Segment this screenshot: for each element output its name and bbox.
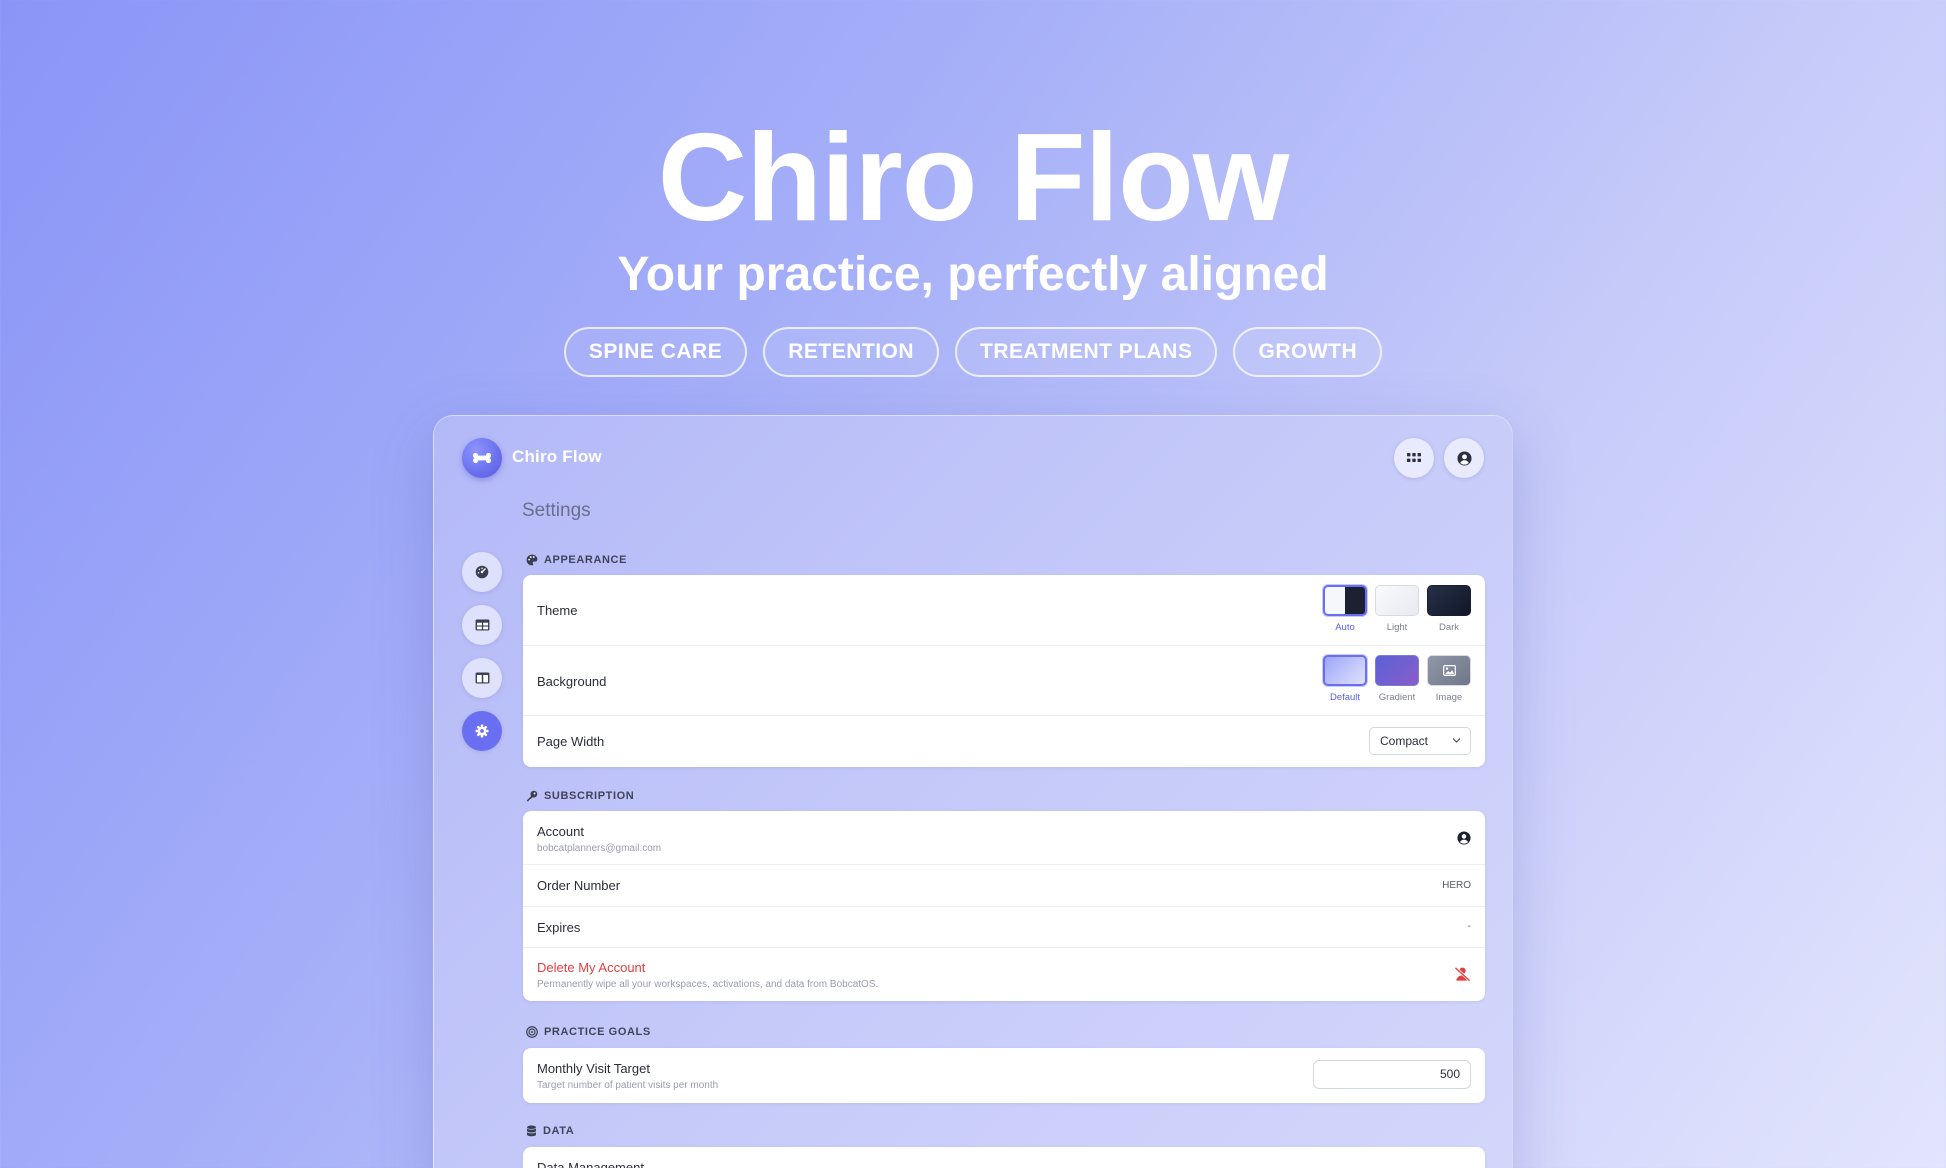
sidebar-item-table[interactable] bbox=[462, 605, 502, 645]
background-label: Background bbox=[537, 674, 607, 689]
section-header-data: DATA bbox=[526, 1125, 574, 1137]
page-width-label: Page Width bbox=[537, 734, 605, 749]
page-width-select[interactable]: Compact bbox=[1369, 727, 1471, 755]
grid-icon bbox=[1407, 453, 1421, 462]
dashboard-gauge-icon bbox=[475, 565, 489, 579]
target-icon bbox=[526, 1026, 538, 1038]
background-swatch-default[interactable] bbox=[1323, 655, 1367, 686]
table-icon bbox=[475, 619, 489, 631]
account-circle-icon bbox=[1456, 450, 1472, 466]
monthly-visit-target-input[interactable]: 500 bbox=[1313, 1060, 1471, 1089]
hero-title: Chiro Flow bbox=[657, 109, 1290, 247]
background-swatch-gradient[interactable] bbox=[1375, 655, 1419, 686]
expires-row: Expires - bbox=[523, 907, 1485, 948]
delete-account-label[interactable]: Delete My Account bbox=[537, 960, 645, 975]
columns-icon bbox=[475, 672, 489, 684]
page-title: Settings bbox=[522, 500, 591, 521]
tag-spine-care: SPINE CARE bbox=[563, 327, 748, 377]
data-card: Data Management bbox=[523, 1147, 1485, 1168]
section-title-subscription: SUBSCRIPTION bbox=[544, 790, 635, 802]
monthly-visit-target-row: Monthly Visit Target Target number of pa… bbox=[523, 1048, 1485, 1103]
page-width-value: Compact bbox=[1380, 734, 1429, 748]
background-option-gradient[interactable]: Gradient bbox=[1375, 655, 1419, 703]
tag-treatment-plans: TREATMENT PLANS bbox=[955, 327, 1218, 377]
background-caption-image: Image bbox=[1435, 692, 1463, 703]
app-logo[interactable] bbox=[462, 438, 502, 478]
expires-label: Expires bbox=[537, 920, 581, 935]
account-button[interactable] bbox=[1444, 438, 1484, 478]
section-title-data: DATA bbox=[543, 1125, 575, 1137]
hero-subtitle: Your practice, perfectly aligned bbox=[617, 248, 1329, 301]
background-swatch-image[interactable] bbox=[1427, 655, 1471, 686]
account-row: Account bobcatplanners@gmail.com bbox=[523, 811, 1485, 865]
theme-swatch-light[interactable] bbox=[1375, 585, 1419, 616]
tag-growth: GROWTH bbox=[1233, 327, 1383, 377]
user-remove-icon[interactable] bbox=[1454, 966, 1471, 982]
theme-option-dark[interactable]: Dark bbox=[1427, 585, 1471, 633]
account-label: Account bbox=[537, 824, 584, 839]
theme-label: Theme bbox=[537, 603, 578, 618]
order-number-label: Order Number bbox=[537, 878, 621, 893]
subscription-card: Account bobcatplanners@gmail.com Order N… bbox=[523, 811, 1485, 1001]
order-number-value: HERO bbox=[1442, 880, 1471, 891]
theme-caption-auto: Auto bbox=[1335, 622, 1355, 633]
background-option-default[interactable]: Default bbox=[1323, 655, 1367, 703]
expires-value: - bbox=[1467, 921, 1471, 932]
delete-account-row[interactable]: Delete My Account Permanently wipe all y… bbox=[523, 948, 1485, 1001]
section-header-practice-goals: PRACTICE GOALS bbox=[526, 1026, 651, 1038]
appearance-card: Theme Auto Light Dark Background Default bbox=[523, 575, 1485, 767]
image-icon bbox=[1442, 665, 1456, 676]
theme-row: Theme Auto Light Dark bbox=[523, 575, 1485, 646]
delete-account-description: Permanently wipe all your workspaces, ac… bbox=[537, 979, 879, 990]
data-management-row[interactable]: Data Management bbox=[523, 1147, 1485, 1168]
database-icon bbox=[527, 1125, 536, 1137]
sidebar-item-settings[interactable] bbox=[462, 711, 502, 751]
monthly-visit-target-label: Monthly Visit Target bbox=[537, 1061, 650, 1076]
monthly-visit-target-description: Target number of patient visits per mont… bbox=[537, 1080, 719, 1091]
theme-option-light[interactable]: Light bbox=[1375, 585, 1419, 633]
background-row: Background Default Gradient Image bbox=[523, 646, 1485, 716]
tag-retention: RETENTION bbox=[763, 327, 940, 377]
sidebar-item-dashboard[interactable] bbox=[462, 552, 502, 592]
data-management-label: Data Management bbox=[537, 1160, 644, 1168]
page-width-row: Page Width Compact bbox=[523, 716, 1485, 767]
theme-swatch-dark[interactable] bbox=[1427, 585, 1471, 616]
theme-option-auto[interactable]: Auto bbox=[1323, 585, 1367, 633]
theme-caption-light: Light bbox=[1386, 622, 1408, 633]
chevron-down-icon bbox=[1452, 738, 1461, 743]
practice-goals-card: Monthly Visit Target Target number of pa… bbox=[523, 1048, 1485, 1103]
background-caption-default: Default bbox=[1329, 692, 1361, 703]
section-title-practice-goals: PRACTICE GOALS bbox=[544, 1026, 651, 1038]
account-circle-icon bbox=[1457, 831, 1471, 845]
key-icon bbox=[526, 790, 538, 802]
theme-caption-dark: Dark bbox=[1438, 622, 1460, 633]
section-header-subscription: SUBSCRIPTION bbox=[526, 790, 634, 802]
sidebar-item-columns[interactable] bbox=[462, 658, 502, 698]
bone-icon bbox=[472, 452, 492, 464]
background-option-image[interactable]: Image bbox=[1427, 655, 1471, 703]
app-name: Chiro Flow bbox=[512, 447, 602, 466]
theme-swatch-auto[interactable] bbox=[1323, 585, 1367, 616]
gear-icon bbox=[475, 724, 489, 738]
account-email: bobcatplanners@gmail.com bbox=[537, 843, 662, 854]
apps-grid-button[interactable] bbox=[1394, 438, 1434, 478]
background-caption-gradient: Gradient bbox=[1378, 692, 1416, 703]
palette-icon bbox=[526, 554, 538, 566]
section-title-appearance: APPEARANCE bbox=[544, 554, 628, 566]
order-number-row: Order Number HERO bbox=[523, 865, 1485, 907]
section-header-appearance: APPEARANCE bbox=[526, 554, 627, 566]
app-window: Chiro Flow Settings APPEARANCE Theme Aut… bbox=[433, 415, 1513, 1168]
hero-tags: SPINE CARE RETENTION TREATMENT PLANS GRO… bbox=[0, 327, 1946, 377]
